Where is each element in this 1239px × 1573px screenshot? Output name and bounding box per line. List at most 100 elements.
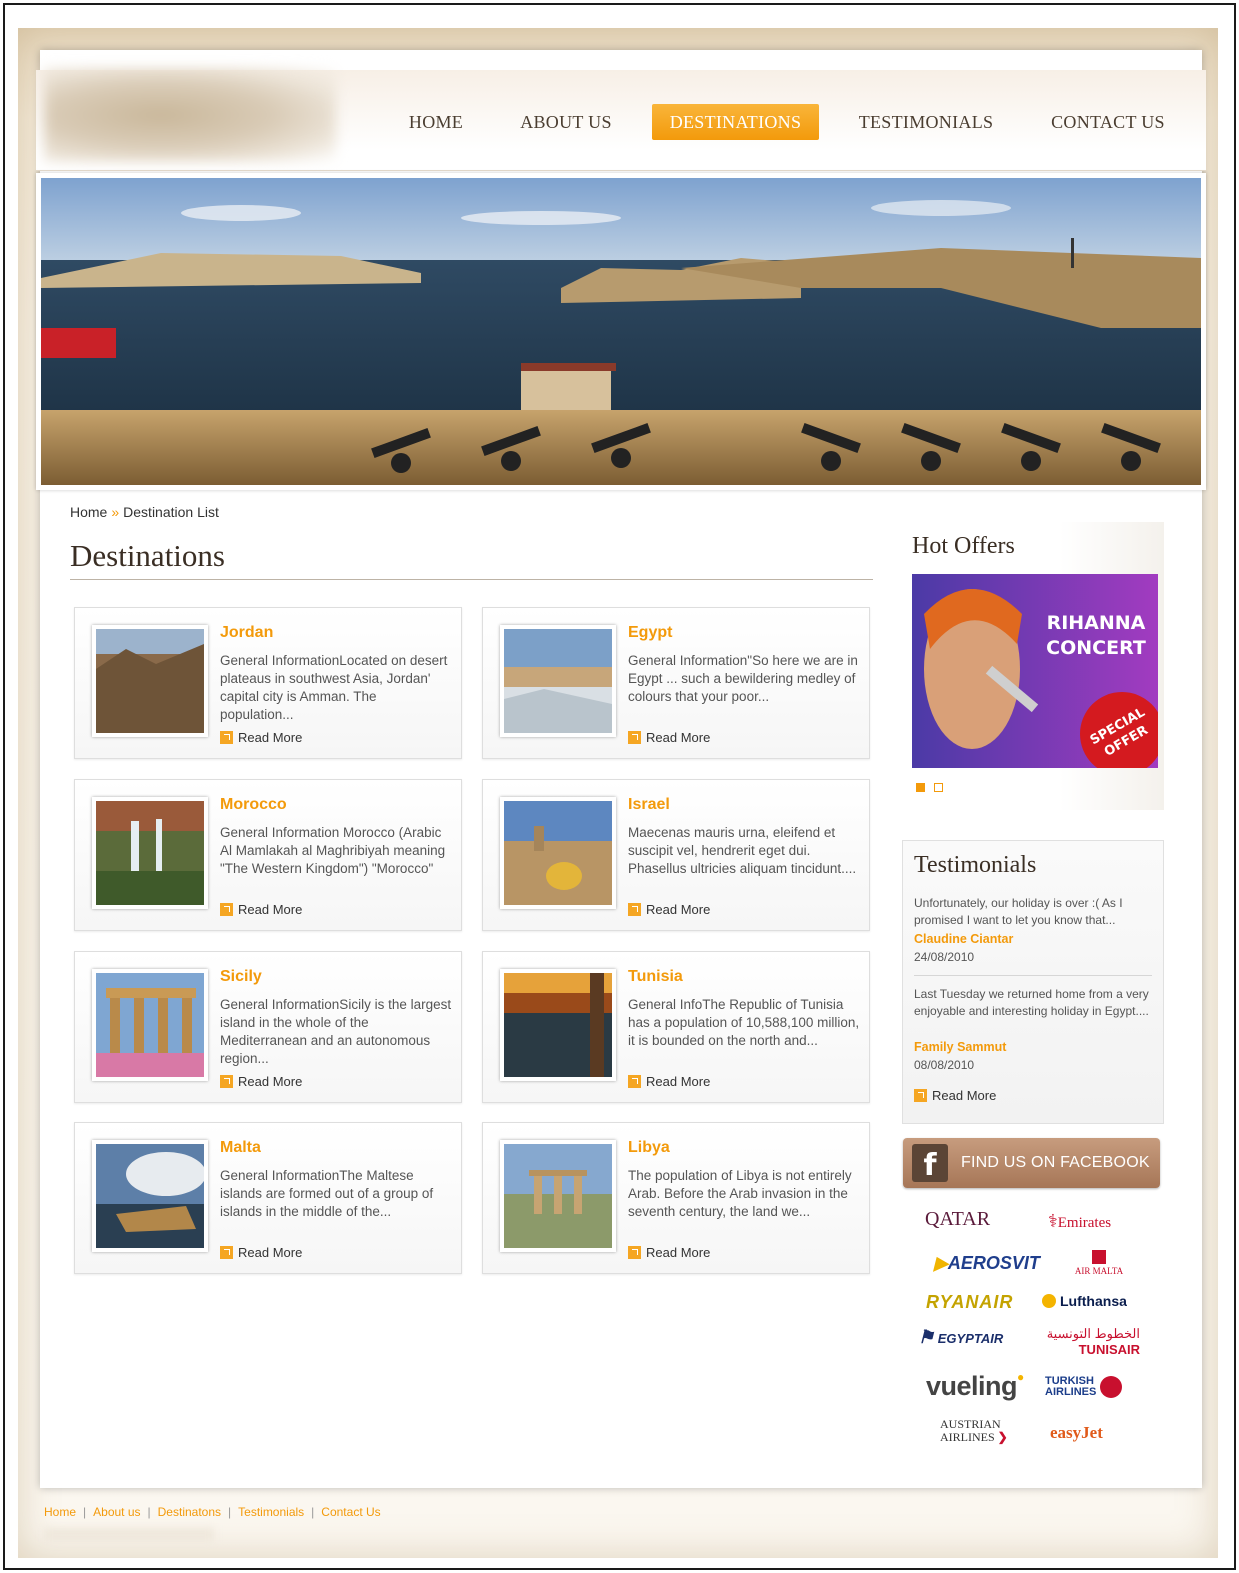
arrow-icon [220,1246,233,1259]
arrow-icon [628,1075,641,1088]
testimonials-panel [902,840,1164,1124]
destination-thumbnail[interactable] [92,625,208,737]
vueling-logo[interactable]: vueling● [926,1370,1024,1402]
tunisair-logo[interactable]: الخطوط التونسية TUNISAIR [1018,1326,1140,1357]
site-logo[interactable] [44,68,336,162]
destination-card-tunisia: Tunisia General InfoThe Republic of Tuni… [482,951,870,1103]
destination-name[interactable]: Egypt [628,624,672,642]
footer-link-destinations[interactable]: Destinatons [158,1505,221,1519]
air-malta-logo[interactable]: AIR MALTA [1073,1250,1125,1276]
qatar-logo[interactable]: QATAR [925,1208,990,1231]
lufthansa-logo[interactable]: Lufthansa [1042,1293,1127,1309]
destination-description: General InfoThe Republic of Tunisia has … [628,997,860,1048]
nav-destinations[interactable]: DESTINATIONS [652,104,819,140]
destination-card-sicily: Sicily General InformationSicily is the … [74,951,462,1103]
destination-thumbnail[interactable] [500,797,616,909]
arrow-icon [220,1075,233,1088]
breadcrumb-separator: » [111,504,120,520]
austrian-airlines-logo[interactable]: AUSTRIAN AIRLINES ❯ [940,1418,1008,1444]
facebook-button[interactable]: f FIND US ON FACEBOOK [903,1138,1160,1188]
destination-name[interactable]: Jordan [220,624,273,642]
arrow-icon [220,903,233,916]
destination-name[interactable]: Libya [628,1139,670,1157]
footer-link-about[interactable]: About us [93,1505,140,1519]
testimonial-author[interactable]: Family Sammut [914,1040,1006,1054]
destination-thumbnail[interactable] [92,969,208,1081]
footer-link-testimonials[interactable]: Testimonials [238,1505,304,1519]
read-more-link[interactable]: Read More [628,902,710,917]
title-divider [70,579,873,580]
slider-dot-active[interactable] [916,783,925,792]
destination-description: The population of Libya is not entirely … [628,1168,852,1219]
nav-about-us[interactable]: ABOUT US [510,104,622,140]
hot-offer-banner[interactable]: RIHANNA CONCERT SPECIAL OFFER [912,574,1158,768]
arrow-icon [628,903,641,916]
testimonial-date: 24/08/2010 [914,950,975,964]
hero-banner [36,173,1206,490]
footer-link-contact[interactable]: Contact Us [321,1505,380,1519]
aerosvit-logo[interactable]: ▶AEROSVIT [934,1253,1040,1274]
nav-home[interactable]: HOME [395,104,477,140]
footer-link-home[interactable]: Home [44,1505,76,1519]
easyjet-logo[interactable]: easyJet [1050,1423,1103,1443]
destination-thumbnail[interactable] [500,969,616,1081]
testimonials-title: Testimonials [914,852,1037,878]
harbour-photo [41,178,1201,485]
read-more-link[interactable]: Read More [220,1245,302,1260]
svg-text:RIHANNA: RIHANNA [1047,612,1146,634]
destination-name[interactable]: Israel [628,796,670,814]
egyptair-logo[interactable]: ⚑ EGYPTAIR [918,1327,1003,1348]
read-more-link[interactable]: Read More [628,730,710,745]
hot-offers-title: Hot Offers [912,533,1015,559]
arrow-icon [914,1089,927,1102]
testimonial-text: Unfortunately, our holiday is over :( As… [914,896,1123,927]
emirates-logo[interactable]: ⚕Emirates [1048,1211,1111,1232]
destination-name[interactable]: Sicily [220,968,262,986]
destination-thumbnail[interactable] [500,625,616,737]
destination-card-egypt: Egypt General Information"So here we are… [482,607,870,759]
destination-card-israel: Israel Maecenas mauris urna, eleifend et… [482,779,870,931]
read-more-link[interactable]: Read More [220,902,302,917]
breadcrumb-current: Destination List [123,504,219,520]
destination-card-malta: Malta General InformationThe Maltese isl… [74,1122,462,1274]
destination-card-libya: Libya The population of Libya is not ent… [482,1122,870,1274]
destination-description: General Information"So here we are in Eg… [628,653,858,704]
read-more-link[interactable]: Read More [628,1074,710,1089]
read-more-link[interactable]: Read More [220,730,302,745]
arrow-icon [628,1246,641,1259]
footer-nav: Home | About us | Destinatons | Testimonials | C… [44,1505,381,1519]
ryanair-logo[interactable]: RYANAIR [926,1292,1013,1313]
destination-card-morocco: Morocco General Information Morocco (Ara… [74,779,462,931]
breadcrumb-home[interactable]: Home [70,504,107,520]
testimonial-author[interactable]: Claudine Ciantar [914,932,1013,946]
nav-contact-us[interactable]: CONTACT US [1036,104,1180,140]
testimonials-read-more-link[interactable]: Read More [914,1088,996,1103]
destination-description: General InformationThe Maltese islands a… [220,1168,434,1219]
testimonial-text: Last Tuesday we returned home from a ver… [914,987,1149,1018]
nav-testimonials[interactable]: TESTIMONIALS [850,104,1002,140]
footer-copyright-blurred [44,1528,214,1542]
svg-text:CONCERT: CONCERT [1046,637,1146,659]
slider-dot[interactable] [934,783,943,792]
facebook-label: FIND US ON FACEBOOK [961,1154,1150,1171]
destination-thumbnail[interactable] [500,1140,616,1252]
read-more-link[interactable]: Read More [628,1245,710,1260]
testimonial-date: 08/08/2010 [914,1058,975,1072]
destination-thumbnail[interactable] [92,1140,208,1252]
destination-name[interactable]: Malta [220,1139,261,1157]
arrow-icon [220,731,233,744]
destination-name[interactable]: Morocco [220,796,287,814]
testimonial-divider [914,975,1152,976]
page-title: Destinations [70,538,225,573]
turkish-airlines-logo[interactable]: TURKISH AIRLINES [1045,1376,1123,1398]
destination-thumbnail[interactable] [92,797,208,909]
destination-description: General Information Morocco (Arabic Al M… [220,825,446,876]
destination-description: Maecenas mauris urna, eleifend et suscip… [628,825,857,876]
facebook-icon: f [912,1144,948,1183]
destination-card-jordan: Jordan General InformationLocated on des… [74,607,462,759]
destination-name[interactable]: Tunisia [628,968,683,986]
breadcrumb: Home» Destination List [70,504,219,520]
read-more-link[interactable]: Read More [220,1074,302,1089]
destination-description: General InformationLocated on desert pla… [220,653,448,722]
destination-description: General InformationSicily is the largest… [220,997,452,1066]
